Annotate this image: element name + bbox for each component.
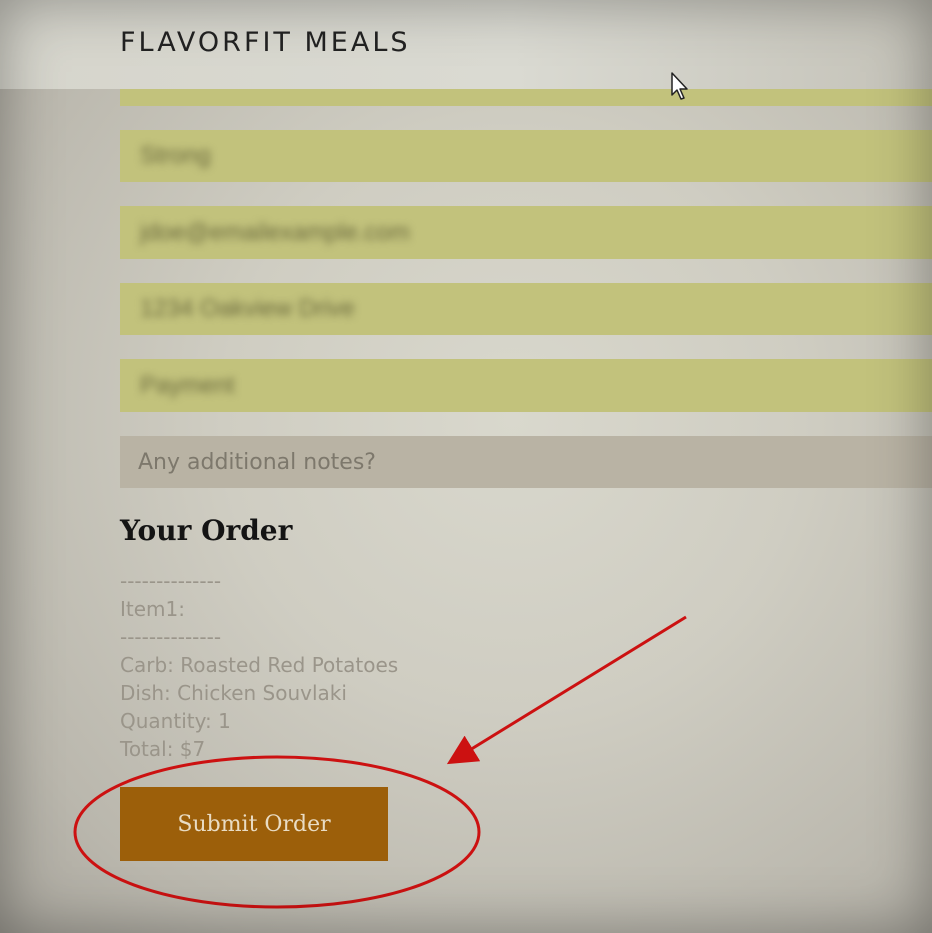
order-item-label: Item1: [120,597,185,621]
name-field-value: Strong [140,142,211,169]
submit-order-button[interactable]: Submit Order [120,787,388,861]
mouse-cursor-icon [671,72,688,100]
notes-input[interactable] [120,436,932,488]
payment-field-value: Payment [140,371,235,399]
payment-field[interactable]: Payment [120,359,932,412]
order-quantity: Quantity: 1 [120,709,231,733]
address-field[interactable]: 1234 Oakview Drive [120,283,932,335]
name-field[interactable]: Strong [120,130,932,182]
order-separator: -------------- [120,625,222,649]
brand-logo-text[interactable]: FLAVORFIT MEALS [120,27,411,58]
order-dish: Dish: Chicken Souvlaki [120,681,347,705]
form-field-partial[interactable] [120,89,932,106]
order-separator: -------------- [120,569,222,593]
address-field-value: 1234 Oakview Drive [140,295,355,322]
email-field-value: jdoe@emailexample.com [140,218,410,246]
order-title: Your Order [120,514,293,547]
order-carb: Carb: Roasted Red Potatoes [120,653,399,677]
annotation-arrow [446,615,687,765]
site-header: FLAVORFIT MEALS [0,0,932,89]
notes-field-wrapper [120,436,932,488]
order-summary: -------------- Item1: -------------- Car… [120,567,398,763]
order-total: Total: $7 [120,737,206,761]
email-field[interactable]: jdoe@emailexample.com [120,206,932,259]
